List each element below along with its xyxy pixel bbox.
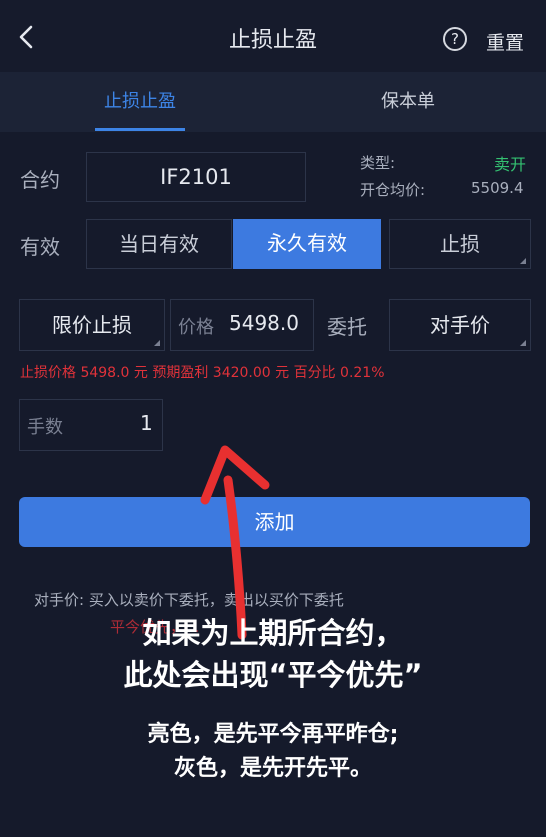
annotation-title: 如果为上期所合约， 此处会出现“平今优先” <box>0 612 546 696</box>
validity-option-today[interactable]: 当日有效 <box>86 219 232 269</box>
entrust-label: 委托 <box>327 315 367 339</box>
tab-stop-loss-take-profit[interactable]: 止损止盈 <box>80 72 200 132</box>
tab-bar: 止损止盈 保本单 <box>0 72 546 132</box>
annotation-line-2: 此处会出现“平今优先” <box>123 658 423 692</box>
stop-loss-dropdown[interactable]: 止损 <box>389 219 531 269</box>
validity-label: 有效 <box>20 235 60 259</box>
type-value: 卖开 <box>494 155 527 174</box>
dropdown-corner-icon <box>520 258 526 264</box>
stop-loss-summary: 止损价格 5498.0 元 预期盈利 3420.00 元 百分比 0.21% <box>20 365 385 381</box>
type-label: 类型: <box>360 154 396 172</box>
help-icon[interactable]: ? <box>443 27 467 51</box>
annotation-line-3: 亮色，是先平今再平昨仓; <box>147 722 399 747</box>
annotation-line-4: 灰色，是先开先平。 <box>173 756 372 781</box>
validity-option-permanent[interactable]: 永久有效 <box>233 219 381 269</box>
dropdown-corner-icon <box>154 340 160 346</box>
contract-field[interactable]: IF2101 <box>86 152 306 202</box>
tab-breakeven[interactable]: 保本单 <box>348 72 468 132</box>
price-value: 5498.0 <box>229 311 299 335</box>
dropdown-corner-icon <box>520 340 526 346</box>
avg-price-value: 5509.4 <box>471 179 524 197</box>
annotation-line-1: 如果为上期所合约， <box>142 616 404 650</box>
entrust-dropdown[interactable]: 对手价 <box>389 299 531 351</box>
price-label: 价格 <box>178 317 214 338</box>
active-tab-indicator <box>95 128 185 131</box>
reset-button[interactable]: 重置 <box>486 28 524 55</box>
avg-price-label: 开仓均价: <box>360 181 426 199</box>
annotation-arrow-icon <box>200 445 270 640</box>
quantity-label: 手数 <box>27 417 63 438</box>
contract-label: 合约 <box>20 168 60 192</box>
annotation-detail: 亮色，是先平今再平昨仓; 灰色，是先开先平。 <box>0 718 546 786</box>
quantity-value: 1 <box>140 411 153 435</box>
order-type-dropdown[interactable]: 限价止损 <box>19 299 165 351</box>
